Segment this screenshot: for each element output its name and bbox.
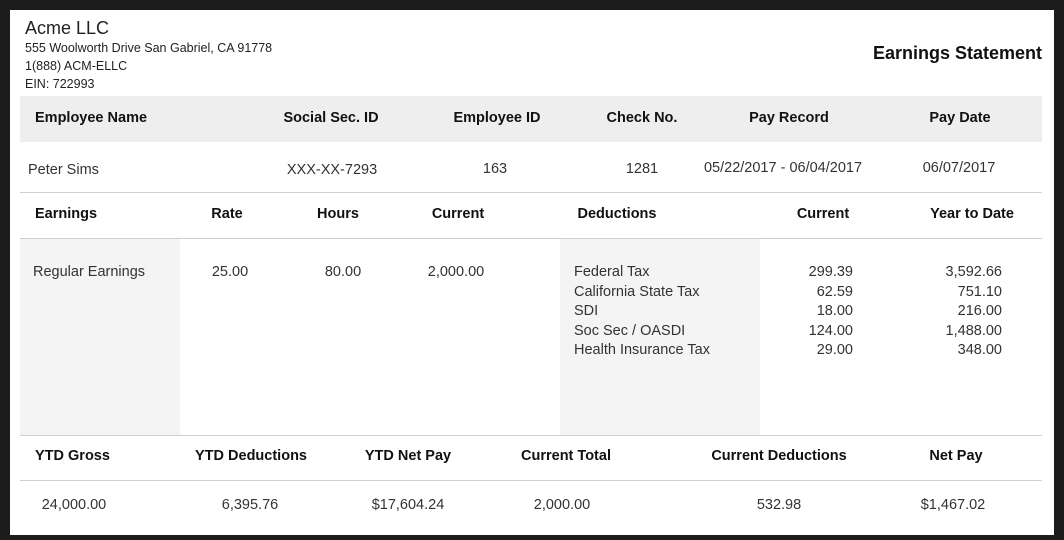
deduction-label: California State Tax [574, 283, 700, 300]
company-ein: EIN: 722993 [25, 77, 95, 91]
header-pay-record: Pay Record [749, 110, 829, 126]
earnings-rate: 25.00 [211, 264, 249, 280]
pay-record-value: 05/22/2017 - 06/04/2017 [703, 160, 863, 176]
header-deductions: Deductions [577, 206, 657, 222]
header-deductions-current: Current [796, 206, 850, 222]
header-hours: Hours [317, 206, 359, 222]
net-pay-value: $1,467.02 [920, 497, 986, 513]
header-current: Current [431, 206, 485, 222]
divider [20, 192, 1042, 193]
deductions-current-values: 299.39 62.59 18.00 124.00 29.00 [809, 263, 853, 361]
header-employee-id: Employee ID [453, 110, 541, 126]
earnings-label: Regular Earnings [33, 264, 146, 280]
deductions-ytd-values: 3,592.66 751.10 216.00 1,488.00 348.00 [946, 263, 1002, 361]
header-ytd-net-pay: YTD Net Pay [364, 448, 452, 464]
deduction-ytd: 3,592.66 [945, 264, 1002, 280]
divider [20, 435, 1042, 436]
header-ytd-gross: YTD Gross [35, 448, 110, 464]
header-employee-name: Employee Name [35, 110, 148, 126]
employee-name-value: Peter Sims [28, 162, 99, 178]
ytd-net-pay-value: $17,604.24 [371, 497, 445, 513]
company-phone: 1(888) ACM-ELLC [25, 59, 128, 73]
header-social-sec-id: Social Sec. ID [283, 110, 379, 126]
ytd-deductions-value: 6,395.76 [221, 497, 279, 513]
header-current-total: Current Total [521, 448, 611, 464]
divider [20, 480, 1042, 481]
current-deductions-value: 532.98 [756, 497, 802, 513]
earnings-statement-page: Acme LLC 555 Woolworth Drive San Gabriel… [10, 10, 1054, 535]
company-name: Acme LLC [25, 18, 110, 38]
deduction-label: Health Insurance Tax [574, 342, 710, 358]
employee-id-value: 163 [482, 161, 508, 177]
pay-date-value: 06/07/2017 [922, 160, 996, 176]
deduction-current: 62.59 [816, 283, 853, 300]
deduction-current: 29.00 [816, 342, 853, 358]
header-ytd-deductions: YTD Deductions [195, 448, 307, 464]
deduction-ytd: 216.00 [957, 303, 1002, 319]
current-total-value: 2,000.00 [533, 497, 591, 513]
header-net-pay: Net Pay [929, 448, 983, 464]
deduction-label: Soc Sec / OASDI [574, 322, 686, 339]
deduction-current: 299.39 [808, 264, 853, 280]
header-earnings: Earnings [35, 206, 98, 222]
deduction-current: 124.00 [808, 322, 853, 339]
header-check-no: Check No. [606, 110, 678, 126]
deduction-ytd: 751.10 [957, 283, 1002, 300]
ytd-gross-value: 24,000.00 [41, 497, 107, 513]
ssn-value: XXX-XX-7293 [286, 162, 378, 178]
earnings-hours: 80.00 [324, 264, 362, 280]
deduction-ytd: 348.00 [957, 342, 1002, 358]
deduction-label: SDI [574, 303, 599, 319]
document-title: Earnings Statement [872, 43, 1042, 63]
check-no-value: 1281 [625, 161, 659, 177]
header-rate: Rate [211, 206, 243, 222]
company-address: 555 Woolworth Drive San Gabriel, CA 9177… [25, 41, 273, 55]
deduction-label: Federal Tax [574, 264, 650, 280]
earnings-current: 2,000.00 [427, 264, 485, 280]
header-current-deductions: Current Deductions [711, 448, 847, 464]
deduction-ytd: 1,488.00 [945, 322, 1002, 339]
header-pay-date: Pay Date [929, 110, 991, 126]
deductions-labels: Federal Tax California State Tax SDI Soc… [574, 263, 710, 361]
header-year-to-date: Year to Date [930, 206, 1014, 222]
deduction-current: 18.00 [816, 303, 853, 319]
